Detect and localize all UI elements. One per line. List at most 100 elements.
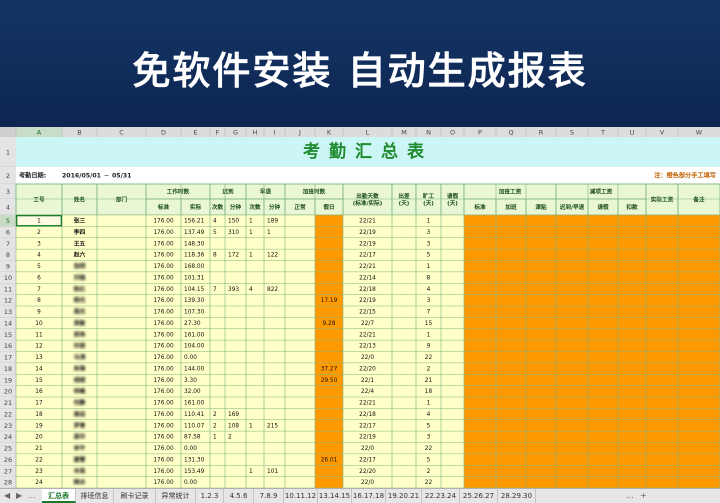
cell-m27[interactable] xyxy=(392,465,416,477)
cell-q19[interactable] xyxy=(496,374,526,386)
cell-p12[interactable] xyxy=(464,294,496,306)
cell-p5[interactable] xyxy=(464,215,496,227)
cell-h10[interactable] xyxy=(246,271,264,284)
cell-c10[interactable] xyxy=(97,271,146,284)
cell-r15[interactable] xyxy=(526,328,556,341)
spreadsheet-grid[interactable]: A B C D E F G H I J K L M N O P Q R S T U V W12345678910111213… xyxy=(0,127,720,488)
cell-m9[interactable] xyxy=(392,260,416,272)
cell-q26[interactable] xyxy=(496,453,526,466)
cell-m11[interactable] xyxy=(392,283,416,295)
cell-v18[interactable] xyxy=(646,362,678,375)
sheet-tab-1[interactable]: 汇总表 xyxy=(42,489,76,503)
cell-s26[interactable] xyxy=(556,453,588,466)
cell-f17[interactable] xyxy=(210,351,225,363)
cell-g15[interactable] xyxy=(225,328,246,341)
cell-q7[interactable] xyxy=(496,237,526,250)
cell-v5[interactable] xyxy=(646,215,678,227)
cell-o14[interactable] xyxy=(441,317,464,329)
cell-c17[interactable] xyxy=(97,351,146,363)
cell-i19[interactable] xyxy=(264,374,285,386)
cell-m16[interactable] xyxy=(392,340,416,352)
cell-k9[interactable] xyxy=(315,260,343,272)
cell-j16[interactable] xyxy=(285,340,315,352)
cell-k16[interactable] xyxy=(315,340,343,352)
cell-p19[interactable] xyxy=(464,374,496,386)
cell-t16[interactable] xyxy=(588,340,618,352)
sheet-tab-10[interactable]: 16.17.18 xyxy=(352,489,386,503)
cell-f10[interactable] xyxy=(210,271,225,284)
cell-j20[interactable] xyxy=(285,385,315,397)
cell-u6[interactable] xyxy=(618,226,646,238)
cell-h18[interactable] xyxy=(246,362,264,375)
cell-v14[interactable] xyxy=(646,317,678,329)
cell-v21[interactable] xyxy=(646,397,678,409)
cell-j11[interactable] xyxy=(285,283,315,295)
cell-t5[interactable] xyxy=(588,215,618,227)
cell-u25[interactable] xyxy=(618,442,646,454)
cell-w17[interactable] xyxy=(678,351,720,363)
cell-m7[interactable] xyxy=(392,237,416,250)
cell-h9[interactable] xyxy=(246,260,264,272)
cell-u24[interactable] xyxy=(618,431,646,443)
cell-o23[interactable] xyxy=(441,419,464,432)
cell-q12[interactable] xyxy=(496,294,526,306)
cell-p8[interactable] xyxy=(464,249,496,261)
sheet-tab-6[interactable]: 4.5.6 xyxy=(224,489,254,503)
cell-o13[interactable] xyxy=(441,306,464,318)
cell-s11[interactable] xyxy=(556,283,588,295)
cell-w18[interactable] xyxy=(678,362,720,375)
cell-v9[interactable] xyxy=(646,260,678,272)
cell-s15[interactable] xyxy=(556,328,588,341)
cell-f7[interactable] xyxy=(210,237,225,250)
cell-r17[interactable] xyxy=(526,351,556,363)
cell-c18[interactable] xyxy=(97,362,146,375)
cell-o11[interactable] xyxy=(441,283,464,295)
cell-v6[interactable] xyxy=(646,226,678,238)
cell-p25[interactable] xyxy=(464,442,496,454)
cell-t7[interactable] xyxy=(588,237,618,250)
cell-u28[interactable] xyxy=(618,476,646,488)
cell-c26[interactable] xyxy=(97,453,146,466)
cell-q28[interactable] xyxy=(496,476,526,488)
cell-r23[interactable] xyxy=(526,419,556,432)
cell-s8[interactable] xyxy=(556,249,588,261)
cell-k15[interactable] xyxy=(315,328,343,341)
cell-c25[interactable] xyxy=(97,442,146,454)
cell-c14[interactable] xyxy=(97,317,146,329)
cell-k20[interactable] xyxy=(315,385,343,397)
cell-k27[interactable] xyxy=(315,465,343,477)
cell-s16[interactable] xyxy=(556,340,588,352)
cell-i24[interactable] xyxy=(264,431,285,443)
cell-f18[interactable] xyxy=(210,362,225,375)
select-all-corner[interactable] xyxy=(0,127,16,137)
cell-t12[interactable] xyxy=(588,294,618,306)
cell-p13[interactable] xyxy=(464,306,496,318)
sheet-tab-7[interactable]: 7.8.9 xyxy=(254,489,284,503)
cell-c15[interactable] xyxy=(97,328,146,341)
cell-k6[interactable] xyxy=(315,226,343,238)
cell-j13[interactable] xyxy=(285,306,315,318)
cell-j19[interactable] xyxy=(285,374,315,386)
cell-r21[interactable] xyxy=(526,397,556,409)
cell-h21[interactable] xyxy=(246,397,264,409)
cell-m24[interactable] xyxy=(392,431,416,443)
cell-r9[interactable] xyxy=(526,260,556,272)
sheet-tab-12[interactable]: 22.23.24 xyxy=(422,489,460,503)
cell-q17[interactable] xyxy=(496,351,526,363)
cell-s19[interactable] xyxy=(556,374,588,386)
cell-u11[interactable] xyxy=(618,283,646,295)
cell-t22[interactable] xyxy=(588,408,618,420)
cell-j10[interactable] xyxy=(285,271,315,284)
cell-t14[interactable] xyxy=(588,317,618,329)
cell-o21[interactable] xyxy=(441,397,464,409)
sheet-tab-2[interactable]: 排班信息 xyxy=(76,489,114,503)
cell-f26[interactable] xyxy=(210,453,225,466)
cell-j17[interactable] xyxy=(285,351,315,363)
cell-k5[interactable] xyxy=(315,215,343,227)
cell-w26[interactable] xyxy=(678,453,720,466)
cell-j8[interactable] xyxy=(285,249,315,261)
cell-v10[interactable] xyxy=(646,271,678,284)
cell-h19[interactable] xyxy=(246,374,264,386)
cell-c5[interactable] xyxy=(97,215,146,227)
cell-r26[interactable] xyxy=(526,453,556,466)
